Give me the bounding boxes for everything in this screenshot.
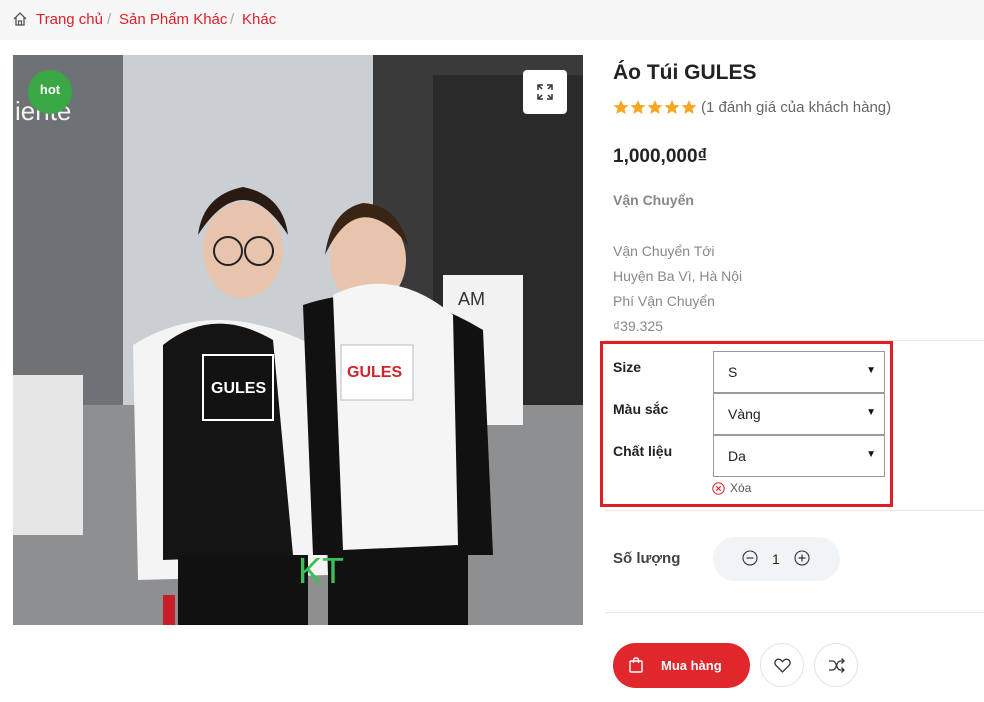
expand-icon	[537, 84, 553, 100]
compare-button[interactable]	[814, 643, 858, 687]
shuffle-icon	[829, 658, 845, 673]
print-text-front: GULES	[211, 380, 266, 397]
quantity-label: Số lượng	[613, 550, 681, 567]
shipping-label: Vận Chuyển	[613, 192, 694, 208]
breadcrumb: Trang chủ / Sản Phẩm Khác / Khác	[0, 0, 984, 40]
product-price: 1,000,000₫	[613, 146, 708, 167]
product-photo-illustration: iente AM GULES GULES KT	[13, 55, 583, 625]
breadcrumb-separator: /	[230, 11, 235, 28]
shipping-to-label: Vận Chuyển Tới	[613, 243, 715, 259]
breadcrumb-category-link[interactable]: Sản Phẩm Khác	[119, 11, 227, 28]
print-text-back: GULES	[347, 364, 402, 381]
shipping-fee-label: Phí Vận Chuyển	[613, 293, 715, 309]
wishlist-button[interactable]	[760, 643, 804, 687]
minus-circle-icon[interactable]	[742, 550, 758, 566]
plus-circle-icon[interactable]	[794, 550, 810, 566]
buy-button[interactable]: Mua hàng	[613, 643, 750, 688]
shipping-location[interactable]: Huyện Ba Vì, Hà Nội	[613, 268, 742, 284]
divider	[605, 510, 984, 511]
breadcrumb-home-link[interactable]: Trang chủ	[36, 11, 103, 28]
breadcrumb-current-link[interactable]: Khác	[242, 11, 276, 28]
watermark-text: KT	[298, 550, 344, 591]
shopping-bag-icon	[629, 657, 643, 673]
product-image[interactable]: iente AM GULES GULES KT	[13, 55, 583, 625]
variant-options-highlight	[600, 341, 893, 507]
breadcrumb-separator: /	[107, 11, 112, 28]
divider	[605, 612, 984, 613]
review-count-link[interactable]: (1 đánh giá của khách hàng)	[701, 99, 891, 116]
poster-text: AM	[458, 289, 485, 309]
hot-badge: hot	[28, 70, 72, 114]
rating-stars-icon	[613, 100, 697, 114]
heart-icon	[774, 658, 791, 673]
shipping-fee: ₫39.325	[613, 318, 664, 334]
zoom-button[interactable]	[523, 70, 567, 114]
buy-button-label: Mua hàng	[661, 658, 722, 673]
quantity-value[interactable]: 1	[772, 551, 780, 567]
quantity-stepper: 1	[713, 537, 840, 581]
product-title: Áo Túi GULES	[613, 61, 757, 84]
home-icon[interactable]	[12, 11, 28, 27]
